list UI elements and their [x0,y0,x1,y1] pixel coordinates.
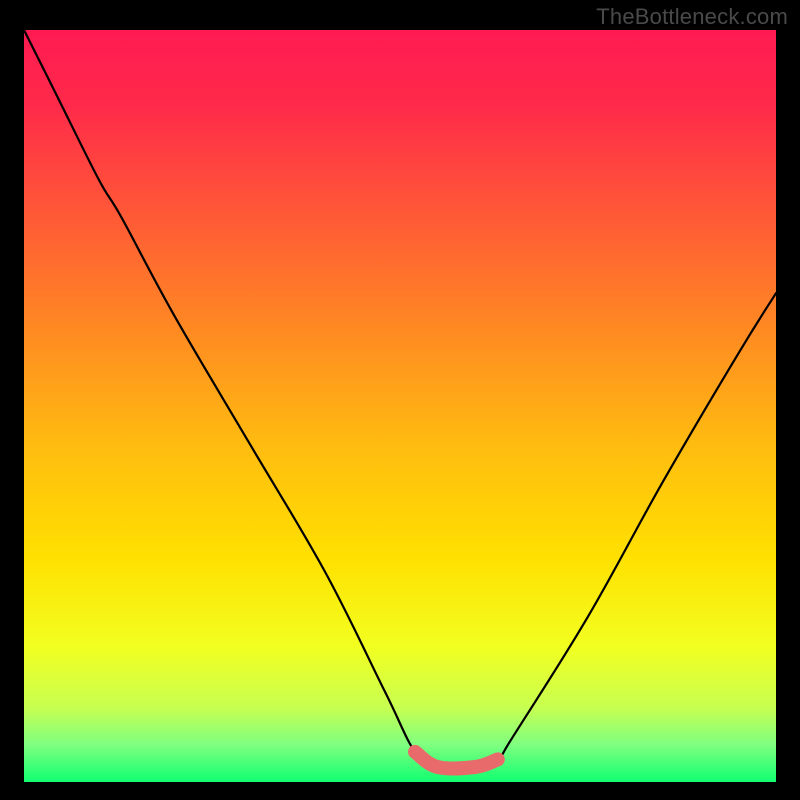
watermark-text: TheBottleneck.com [596,4,788,30]
chart-frame: TheBottleneck.com [0,0,800,800]
chart-svg [24,30,776,782]
gradient-background [24,30,776,782]
plot-area [24,30,776,782]
